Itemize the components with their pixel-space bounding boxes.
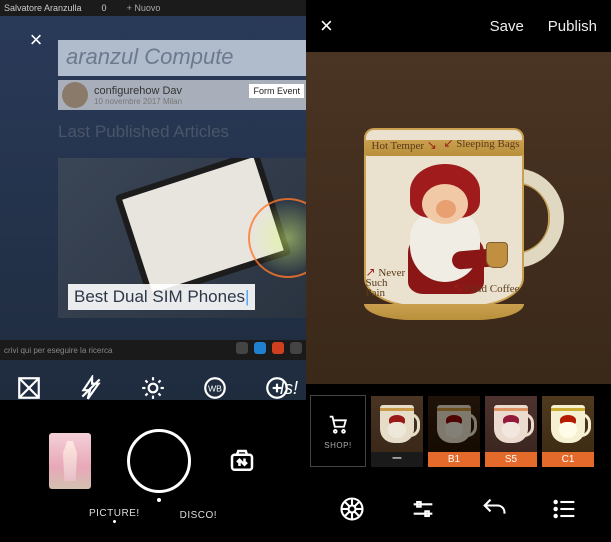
taskbar-app-icon <box>254 342 266 354</box>
shop-tile[interactable]: SHOP! <box>310 395 366 467</box>
avatar <box>62 82 88 108</box>
mode-selector[interactable]: PICTURE! DISCO! <box>0 508 306 523</box>
site-banner-title: aranzul Compute <box>58 40 306 76</box>
grumpy-character <box>392 164 498 296</box>
mug-text-hot-temper: Hot Temper ↘ <box>372 138 437 153</box>
list-menu-icon[interactable] <box>551 495 579 523</box>
filters-wheel-icon[interactable] <box>338 495 366 523</box>
close-camera-button[interactable]: × <box>24 28 48 52</box>
mode-disco[interactable]: DISCO! <box>180 510 217 521</box>
shutter-button[interactable] <box>127 429 191 493</box>
author-row: configurehow Dav 10 novembre 2017 Milan … <box>58 80 306 110</box>
publish-button[interactable]: Publish <box>548 18 597 35</box>
brightness-icon[interactable] <box>140 375 166 401</box>
new-tab-button: + Nuovo <box>127 3 161 13</box>
shop-label: SHOP! <box>324 441 351 450</box>
form-event-badge: Form Event <box>249 84 304 98</box>
camera-bottom-bar: PICTURE! DISCO! <box>0 416 306 542</box>
browser-tabbar: Salvatore Aranzulla 0 + Nuovo <box>0 0 306 16</box>
camera-app: Salvatore Aranzulla 0 + Nuovo × aranzul … <box>0 0 306 542</box>
publish-meta: 10 novembre 2017 Milan <box>94 97 182 106</box>
undo-icon[interactable] <box>480 495 508 523</box>
add-icon[interactable] <box>264 375 290 401</box>
mode-picture[interactable]: PICTURE! <box>89 508 140 519</box>
photo-preview[interactable]: Hot Temper ↘ ↙ Sleeping Bags ↗ Never Suc… <box>306 52 611 384</box>
camera-quick-settings: WB <box>0 370 306 406</box>
filter-strip: SHOP! – B1 S5 C1 <box>306 384 611 478</box>
taskbar-app-icon <box>290 342 302 354</box>
filter-c1[interactable]: C1 <box>542 396 594 467</box>
flash-off-icon[interactable] <box>78 375 104 401</box>
mug-text-cold-coffee: ↖ Cold Coffee <box>453 281 520 296</box>
filter-original[interactable]: – <box>371 396 423 467</box>
camera-viewfinder: Salvatore Aranzulla 0 + Nuovo × aranzul … <box>0 0 306 400</box>
white-balance-icon[interactable]: WB <box>202 375 228 401</box>
photo-editor: × Save Publish Hot Temper ↘ ↙ Sleeping B… <box>306 0 611 542</box>
close-editor-button[interactable]: × <box>320 13 333 39</box>
filter-b1[interactable]: B1 <box>428 396 480 467</box>
taskbar-app-icon <box>236 342 248 354</box>
tab-title: Salvatore Aranzulla <box>4 3 82 13</box>
article-title: Best Dual SIM Phones| <box>68 284 255 310</box>
gallery-thumbnail[interactable] <box>49 433 91 489</box>
taskbar-search-hint: crivi qui per eseguire la ricerca <box>4 346 113 355</box>
adjust-sliders-icon[interactable] <box>409 495 437 523</box>
save-button[interactable]: Save <box>490 18 524 35</box>
editor-toolbar <box>306 478 611 540</box>
mug-text-sleeping-bags: ↙ Sleeping Bags <box>443 136 519 151</box>
grid-off-icon[interactable] <box>16 375 42 401</box>
svg-text:WB: WB <box>208 383 222 393</box>
taskbar-app-icon <box>272 342 284 354</box>
section-heading: Last Published Articles <box>58 122 229 142</box>
comments-count: 0 <box>102 3 107 13</box>
mug-illustration: Hot Temper ↘ ↙ Sleeping Bags ↗ Never Suc… <box>354 108 564 328</box>
article-hero: Best Dual SIM Phones| <box>58 158 306 318</box>
author-name: configurehow Dav <box>94 85 182 97</box>
taskbar: crivi qui per eseguire la ricerca <box>0 340 306 360</box>
filter-s5[interactable]: S5 <box>485 396 537 467</box>
switch-camera-icon[interactable] <box>227 446 257 476</box>
editor-topbar: × Save Publish <box>306 0 611 52</box>
mug-text-never-such-pain: ↗ Never Such Pain <box>366 267 406 298</box>
